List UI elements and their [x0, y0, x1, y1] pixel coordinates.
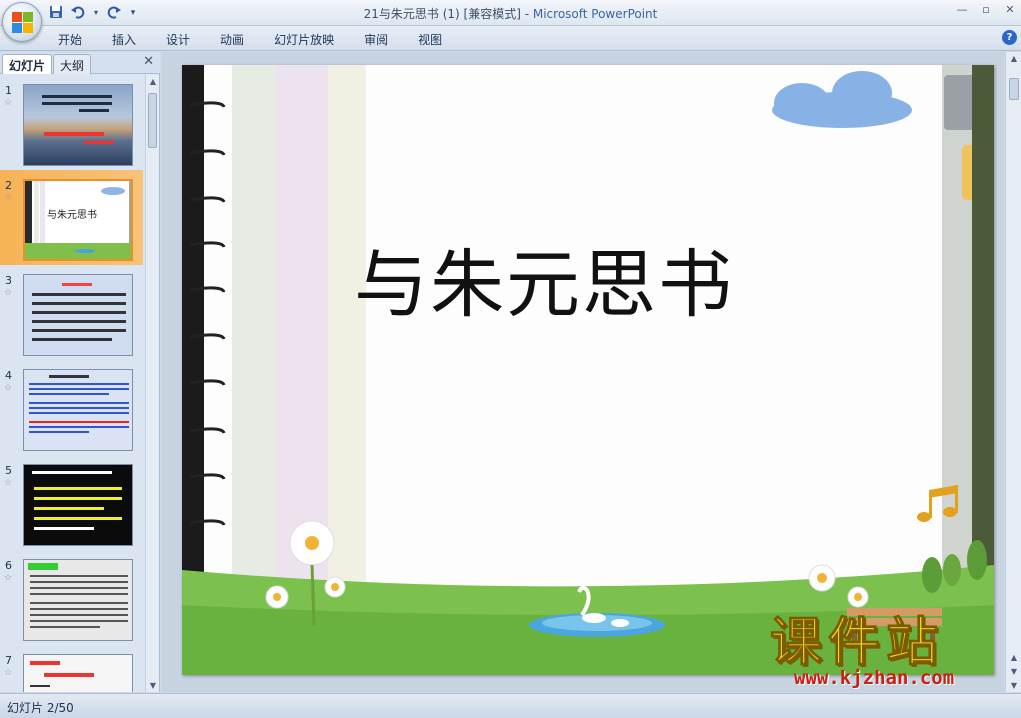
animation-star-icon: ☆	[4, 193, 13, 203]
tab-home[interactable]: 开始	[58, 31, 98, 48]
watermark-logo: 课件站	[769, 613, 945, 673]
slide-number: 6	[5, 559, 12, 572]
scroll-down-icon[interactable]: ▼	[146, 681, 160, 690]
slide-number: 3	[5, 274, 12, 287]
thumbnail-row-selected[interactable]: 2 ☆ 与朱元思书	[0, 170, 143, 265]
slide-title[interactable]: 与朱元思书	[354, 225, 734, 332]
animation-star-icon: ☆	[4, 573, 13, 583]
thumbnail-row[interactable]: 3 ☆	[0, 265, 143, 360]
tab-animation[interactable]: 动画	[220, 31, 260, 48]
current-slide[interactable]: 与朱元思书	[182, 65, 994, 675]
thumbnail-scrollbar[interactable]: ▲ ▼	[145, 75, 159, 692]
tab-insert[interactable]: 插入	[112, 31, 152, 48]
slide-thumbnail-3[interactable]	[23, 274, 133, 356]
scrollbar-thumb[interactable]	[1009, 78, 1019, 100]
thumbnail-row[interactable]: 5 ☆	[0, 455, 143, 550]
thumbnail-list: 1 ☆ 2 ☆ 与朱元思书 3 ☆ 4 ☆ 5 ☆ 6 ☆ 7 ☆	[0, 75, 143, 692]
slides-pane: 幻灯片 大纲 ✕ 1 ☆ 2 ☆ 与朱元思书 3 ☆ 4 ☆ 5 ☆ 6 ☆ 7…	[0, 52, 160, 692]
document-title: 21与朱元思书 (1) [兼容模式] -	[363, 7, 533, 21]
title-bar: ▾ ▾ 21与朱元思书 (1) [兼容模式] - Microsoft Power…	[0, 0, 1021, 26]
slide-background	[182, 65, 994, 675]
watermark-url: www.kjzhan.com	[794, 667, 955, 689]
thumbnail-row[interactable]: 4 ☆	[0, 360, 143, 455]
slide-thumbnail-7[interactable]	[23, 654, 133, 692]
slide-number: 5	[5, 464, 12, 477]
slide-thumbnail-4[interactable]	[23, 369, 133, 451]
app-name: Microsoft PowerPoint	[532, 7, 658, 21]
minimize-icon[interactable]: —	[955, 3, 969, 16]
scrollbar-thumb[interactable]	[148, 93, 157, 148]
animation-star-icon: ☆	[4, 383, 13, 393]
status-bar: 幻灯片 2/50	[0, 693, 1021, 718]
slide-number: 7	[5, 654, 12, 667]
tab-slideshow[interactable]: 幻灯片放映	[274, 31, 350, 48]
animation-star-icon: ☆	[4, 288, 13, 298]
maximize-icon[interactable]: ▫	[979, 3, 993, 16]
animation-star-icon: ☆	[4, 98, 13, 108]
tab-view[interactable]: 视图	[418, 31, 458, 48]
slide-number: 4	[5, 369, 12, 382]
tab-design[interactable]: 设计	[166, 31, 206, 48]
thumbnail-title: 与朱元思书	[47, 210, 97, 221]
help-icon[interactable]: ?	[1002, 30, 1017, 45]
animation-star-icon: ☆	[4, 478, 13, 488]
slide-thumbnail-2[interactable]: 与朱元思书	[23, 179, 133, 261]
scroll-up-icon[interactable]: ▲	[1006, 54, 1021, 63]
tab-slides[interactable]: 幻灯片	[2, 54, 53, 74]
slide-thumbnail-5[interactable]	[23, 464, 133, 546]
window-title: 21与朱元思书 (1) [兼容模式] - Microsoft PowerPoin…	[0, 5, 1021, 22]
thumbnail-row[interactable]: 1 ☆	[0, 75, 143, 170]
ribbon: 开始 插入 设计 动画 幻灯片放映 审阅 视图 ?	[0, 26, 1021, 51]
slide-thumbnail-1[interactable]	[23, 84, 133, 166]
tab-outline[interactable]: 大纲	[53, 54, 92, 74]
slide-number: 1	[5, 84, 12, 97]
tab-review[interactable]: 审阅	[364, 31, 404, 48]
watermark: 课件站 www.kjzhan.com	[769, 613, 1010, 695]
slide-indicator: 幻灯片 2/50	[7, 701, 74, 715]
scroll-up-icon[interactable]: ▲	[146, 77, 160, 86]
editor-scrollbar[interactable]: ▲ ▲ ▼ ▼	[1005, 52, 1021, 692]
office-logo-icon	[12, 12, 33, 33]
close-icon[interactable]: ✕	[1003, 3, 1017, 16]
slide-number: 2	[5, 179, 12, 192]
pane-close-icon[interactable]: ✕	[143, 54, 154, 69]
animation-star-icon: ☆	[4, 668, 13, 678]
office-button[interactable]	[2, 2, 42, 42]
slide-thumbnail-6[interactable]	[23, 559, 133, 641]
thumbnail-row[interactable]: 7 ☆	[0, 645, 143, 692]
thumbnail-row[interactable]: 6 ☆	[0, 550, 143, 645]
